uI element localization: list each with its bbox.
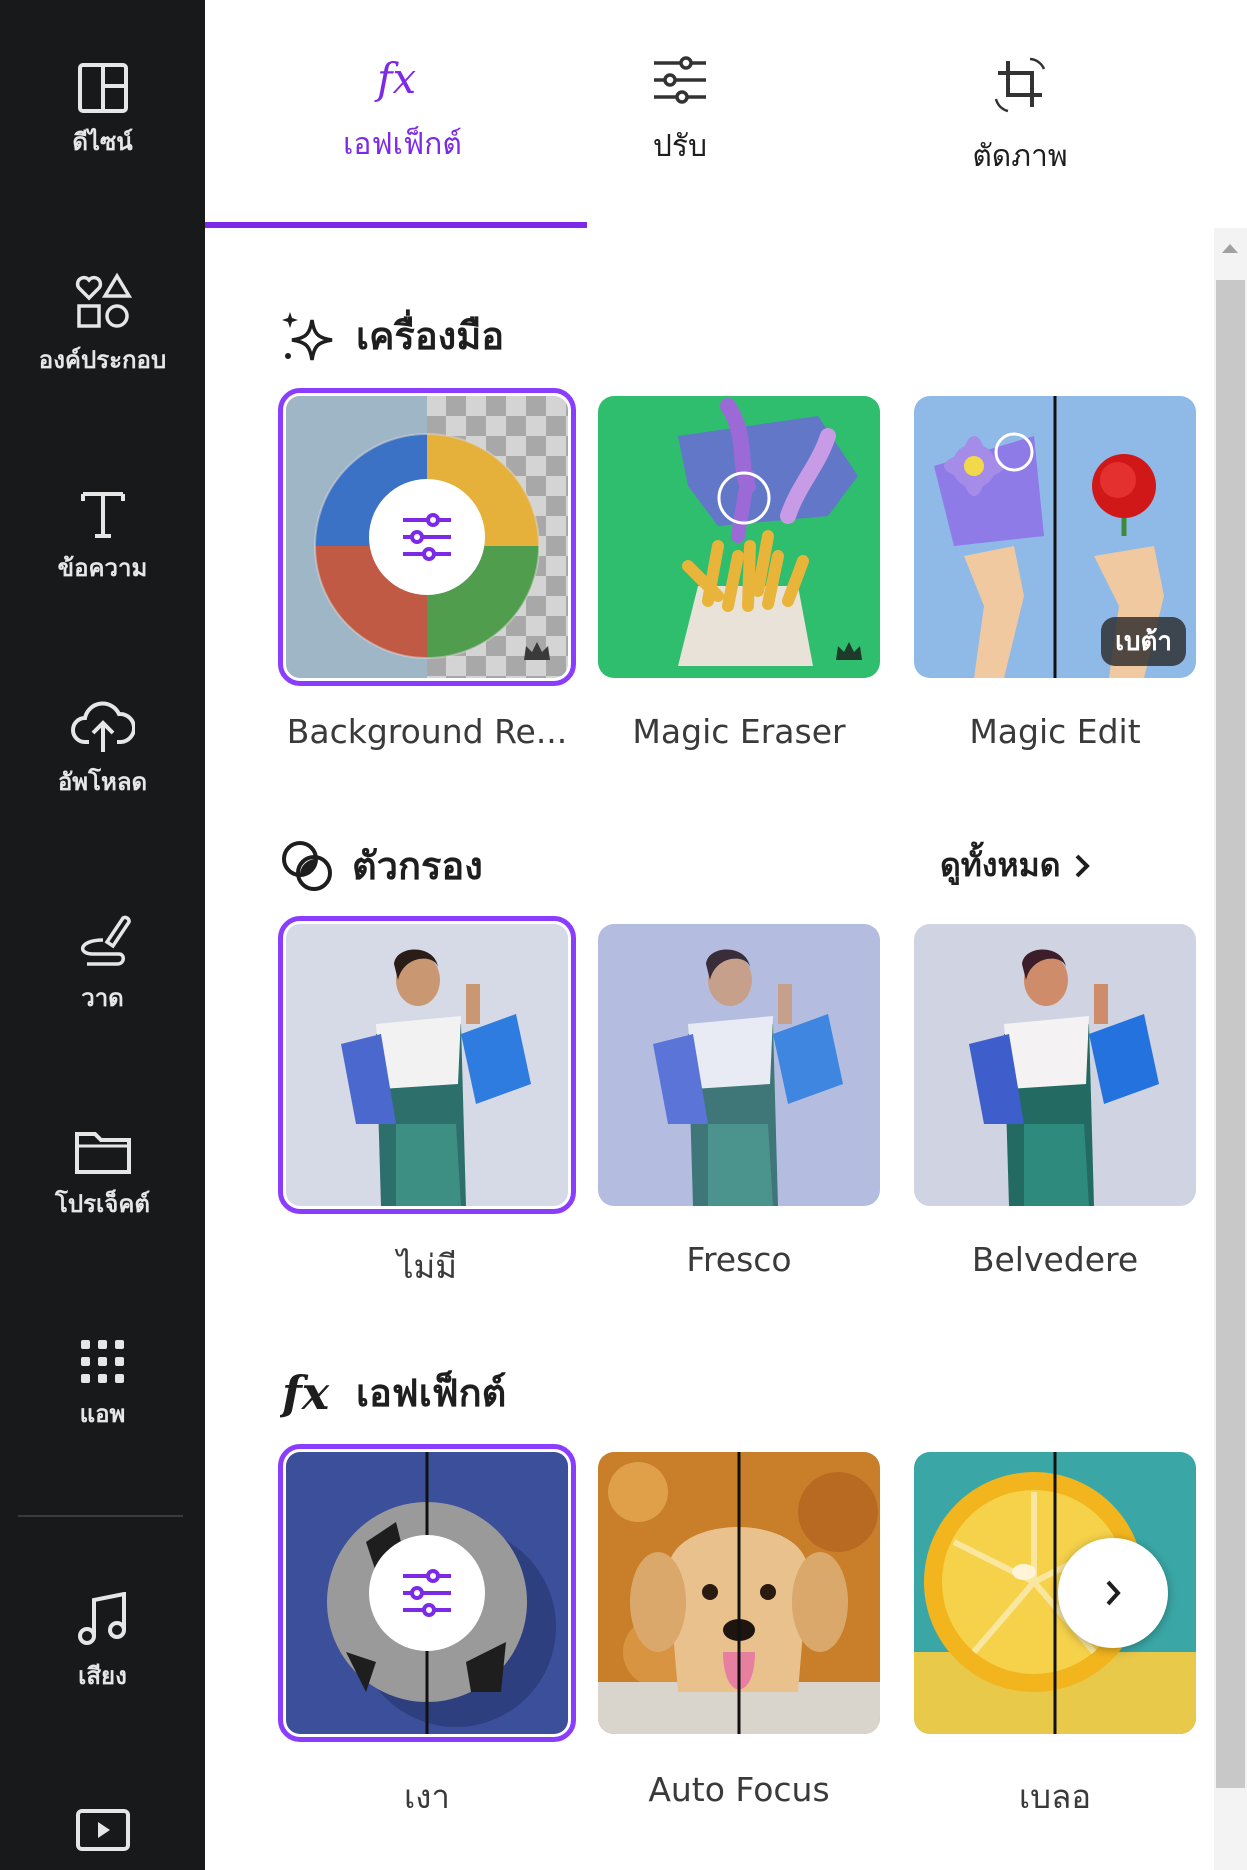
sliders-icon: [654, 56, 706, 104]
fx-icon: fx: [280, 1367, 330, 1419]
filter-fresco-thumbnail: [598, 924, 880, 1206]
filter-card-fresco[interactable]: [598, 924, 880, 1206]
effect-card-shadow[interactable]: [278, 1444, 576, 1742]
filter-card-none[interactable]: [278, 916, 576, 1214]
fx-icon: fx: [374, 55, 417, 103]
adjust-badge: [369, 479, 485, 595]
sidebar-item-label: แอพ: [79, 1400, 126, 1428]
tab-label: ตัดภาพ: [972, 139, 1068, 174]
scrollbar-thumb[interactable]: [1216, 280, 1245, 1788]
sidebar-item-video[interactable]: [0, 1808, 205, 1852]
tab-effects[interactable]: fx เอฟเฟ็กต์: [300, 55, 505, 168]
sliders-icon: [403, 1569, 451, 1617]
tab-label: เอฟเฟ็กต์: [343, 127, 462, 162]
sidebar-item-text[interactable]: ข้อความ: [0, 488, 205, 587]
sliders-icon: [403, 513, 451, 561]
section-title-tools: เครื่องมือ: [280, 305, 504, 366]
see-all-filters-link[interactable]: ดูทั้งหมด: [940, 840, 1092, 891]
crown-icon: [836, 642, 862, 660]
sidebar-item-uploads[interactable]: อัพโหลด: [0, 698, 205, 801]
tool-card-magic-edit[interactable]: เบต้า: [914, 396, 1196, 678]
sidebar-item-label: วาด: [81, 984, 124, 1012]
chevron-right-icon: [1076, 854, 1091, 877]
cloud-upload-icon: [70, 701, 135, 752]
effect-auto-focus-thumbnail: [598, 1452, 880, 1734]
section-title-label: เครื่องมือ: [356, 314, 505, 358]
sidebar-item-label: โปรเจ็คต์: [55, 1190, 150, 1218]
layout-icon: [77, 63, 128, 113]
tool-label: Magic Eraser: [632, 712, 846, 751]
crown-icon: [524, 642, 550, 660]
carousel-next-button[interactable]: [1058, 1538, 1168, 1648]
tab-adjust[interactable]: ปรับ: [600, 55, 760, 170]
filter-none-thumbnail: [286, 924, 568, 1206]
sidebar-item-label: อัพโหลด: [57, 768, 148, 796]
text-icon: [80, 492, 125, 538]
section-title-effects: fx เอฟเฟ็กต์: [280, 1362, 506, 1423]
apps-grid-icon: [80, 1340, 124, 1383]
draw-icon: [80, 915, 131, 966]
svg-text:fx: fx: [280, 1367, 330, 1419]
beta-badge: เบต้า: [1101, 617, 1186, 666]
sidebar-item-apps[interactable]: แอพ: [0, 1338, 205, 1433]
sparkle-icon: [282, 311, 333, 360]
svg-text:fx: fx: [374, 55, 417, 103]
shapes-icon: [75, 272, 132, 328]
tool-card-magic-eraser[interactable]: [598, 396, 880, 678]
filter-label: Belvedere: [971, 1240, 1139, 1279]
filter-card-belvedere[interactable]: [914, 924, 1196, 1206]
sidebar: ดีไซน์ องค์ประกอบ ข้อความ อัพโหลด วาด โป…: [0, 0, 205, 1870]
sidebar-item-projects[interactable]: โปรเจ็คต์: [0, 1128, 205, 1223]
see-all-label: ดูทั้งหมด: [940, 846, 1061, 884]
section-title-filters: ตัวกรอง: [280, 835, 483, 896]
sidebar-item-draw[interactable]: วาด: [0, 910, 205, 1017]
tab-label: ปรับ: [652, 129, 708, 164]
tool-label: Magic Edit: [969, 712, 1141, 751]
active-tab-indicator: [205, 222, 587, 228]
effect-card-auto-focus[interactable]: [598, 1452, 880, 1734]
chevron-right-icon: [1106, 1580, 1121, 1606]
effect-label: เบลอ: [1018, 1777, 1092, 1816]
video-icon: [75, 1809, 130, 1851]
magic-eraser-thumbnail: [598, 396, 880, 678]
sidebar-item-elements[interactable]: องค์ประกอบ: [0, 272, 205, 379]
sidebar-divider: [18, 1515, 183, 1517]
sidebar-item-design[interactable]: ดีไซน์: [0, 62, 205, 161]
scroll-up-arrow-icon[interactable]: [1222, 244, 1238, 253]
effect-label: เงา: [404, 1777, 450, 1816]
section-title-label: ตัวกรอง: [352, 844, 483, 888]
adjust-badge: [369, 1535, 485, 1651]
folder-icon: [74, 1132, 131, 1174]
sidebar-item-label: ข้อความ: [57, 554, 148, 582]
filter-label: ไม่มี: [396, 1247, 458, 1286]
sidebar-item-label: ดีไซน์: [72, 128, 133, 156]
crop-icon: [994, 57, 1046, 113]
filter-circles-icon: [282, 840, 332, 891]
filter-label: Fresco: [686, 1240, 792, 1279]
tool-label: Background Re...: [286, 712, 568, 751]
tab-crop[interactable]: ตัดภาพ: [930, 55, 1110, 180]
sidebar-item-label: เสียง: [78, 1662, 127, 1690]
music-note-icon: [77, 1592, 126, 1645]
effect-label: Auto Focus: [648, 1770, 830, 1809]
filter-belvedere-thumbnail: [914, 924, 1196, 1206]
tab-bar: fx เอฟเฟ็กต์ ปรับ ตัดภาพ: [205, 0, 1247, 230]
sidebar-item-audio[interactable]: เสียง: [0, 1592, 205, 1695]
sidebar-item-label: องค์ประกอบ: [38, 346, 167, 374]
section-title-label: เอฟเฟ็กต์: [356, 1371, 507, 1415]
tool-card-background-remover[interactable]: [278, 388, 576, 686]
